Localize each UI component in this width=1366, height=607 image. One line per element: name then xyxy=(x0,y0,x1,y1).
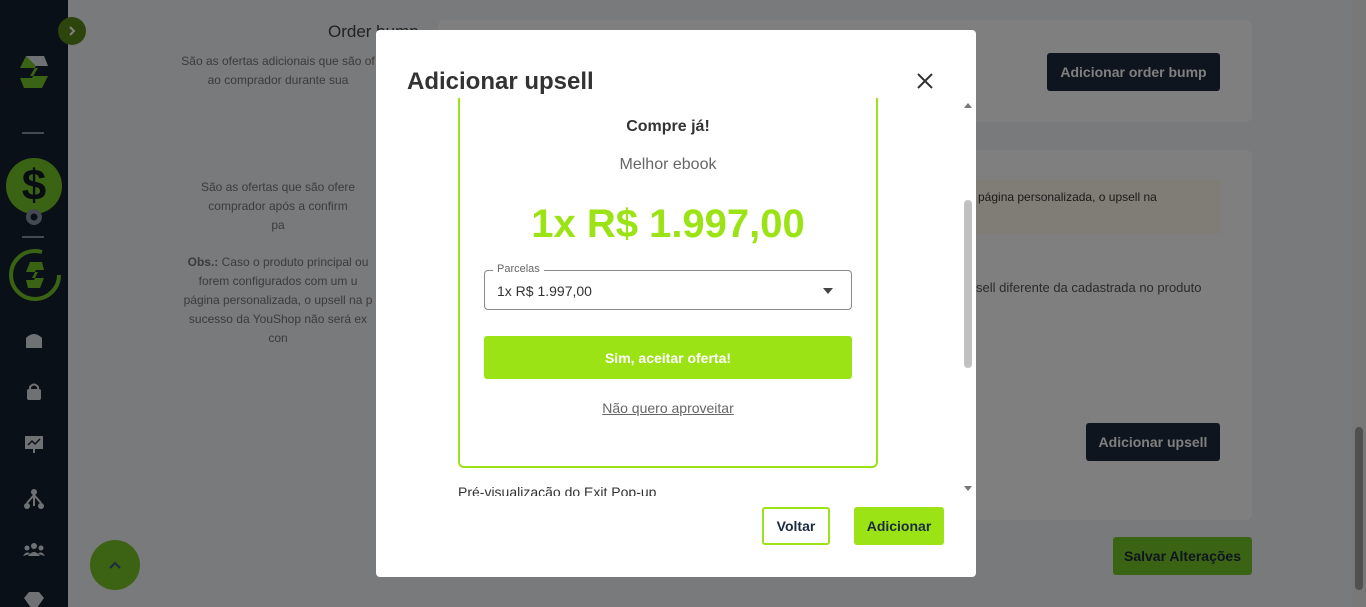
exit-popup-preview-label: Pré-visualização do Exit Pop-up xyxy=(458,484,657,496)
modal-scrollbar[interactable] xyxy=(961,98,975,496)
installments-select[interactable]: Parcelas 1x R$ 1.997,00 xyxy=(484,263,852,310)
back-button[interactable]: Voltar xyxy=(762,507,830,545)
chevron-down-icon xyxy=(823,288,833,294)
add-button[interactable]: Adicionar xyxy=(854,507,944,545)
close-icon xyxy=(917,73,933,89)
preview-title: Compre já! xyxy=(626,118,710,135)
installments-value: 1x R$ 1.997,00 xyxy=(497,283,592,299)
accept-offer-button[interactable]: Sim, aceitar oferta! xyxy=(484,336,852,379)
chevron-up-icon xyxy=(109,561,121,569)
preview-subtitle: Melhor ebook xyxy=(619,156,717,173)
modal-title: Adicionar upsell xyxy=(407,68,594,95)
modal-scrollbar-thumb[interactable] xyxy=(964,200,972,368)
preview-price: 1x R$ 1.997,00 xyxy=(531,202,805,246)
installments-label: Parcelas xyxy=(493,263,544,275)
modal-body: Compre já! Melhor ebook 1x R$ 1.997,00 P… xyxy=(376,98,976,496)
scroll-up-arrow-icon[interactable] xyxy=(964,103,972,108)
close-button[interactable] xyxy=(914,70,936,92)
scroll-down-arrow-icon[interactable] xyxy=(964,486,972,491)
scroll-to-top-button[interactable] xyxy=(90,540,140,590)
decline-offer-link[interactable]: Não quero aproveitar xyxy=(460,400,876,416)
upsell-preview-card: Compre já! Melhor ebook 1x R$ 1.997,00 P… xyxy=(458,98,878,468)
add-upsell-modal: Adicionar upsell Compre já! Melhor ebook… xyxy=(376,30,976,577)
